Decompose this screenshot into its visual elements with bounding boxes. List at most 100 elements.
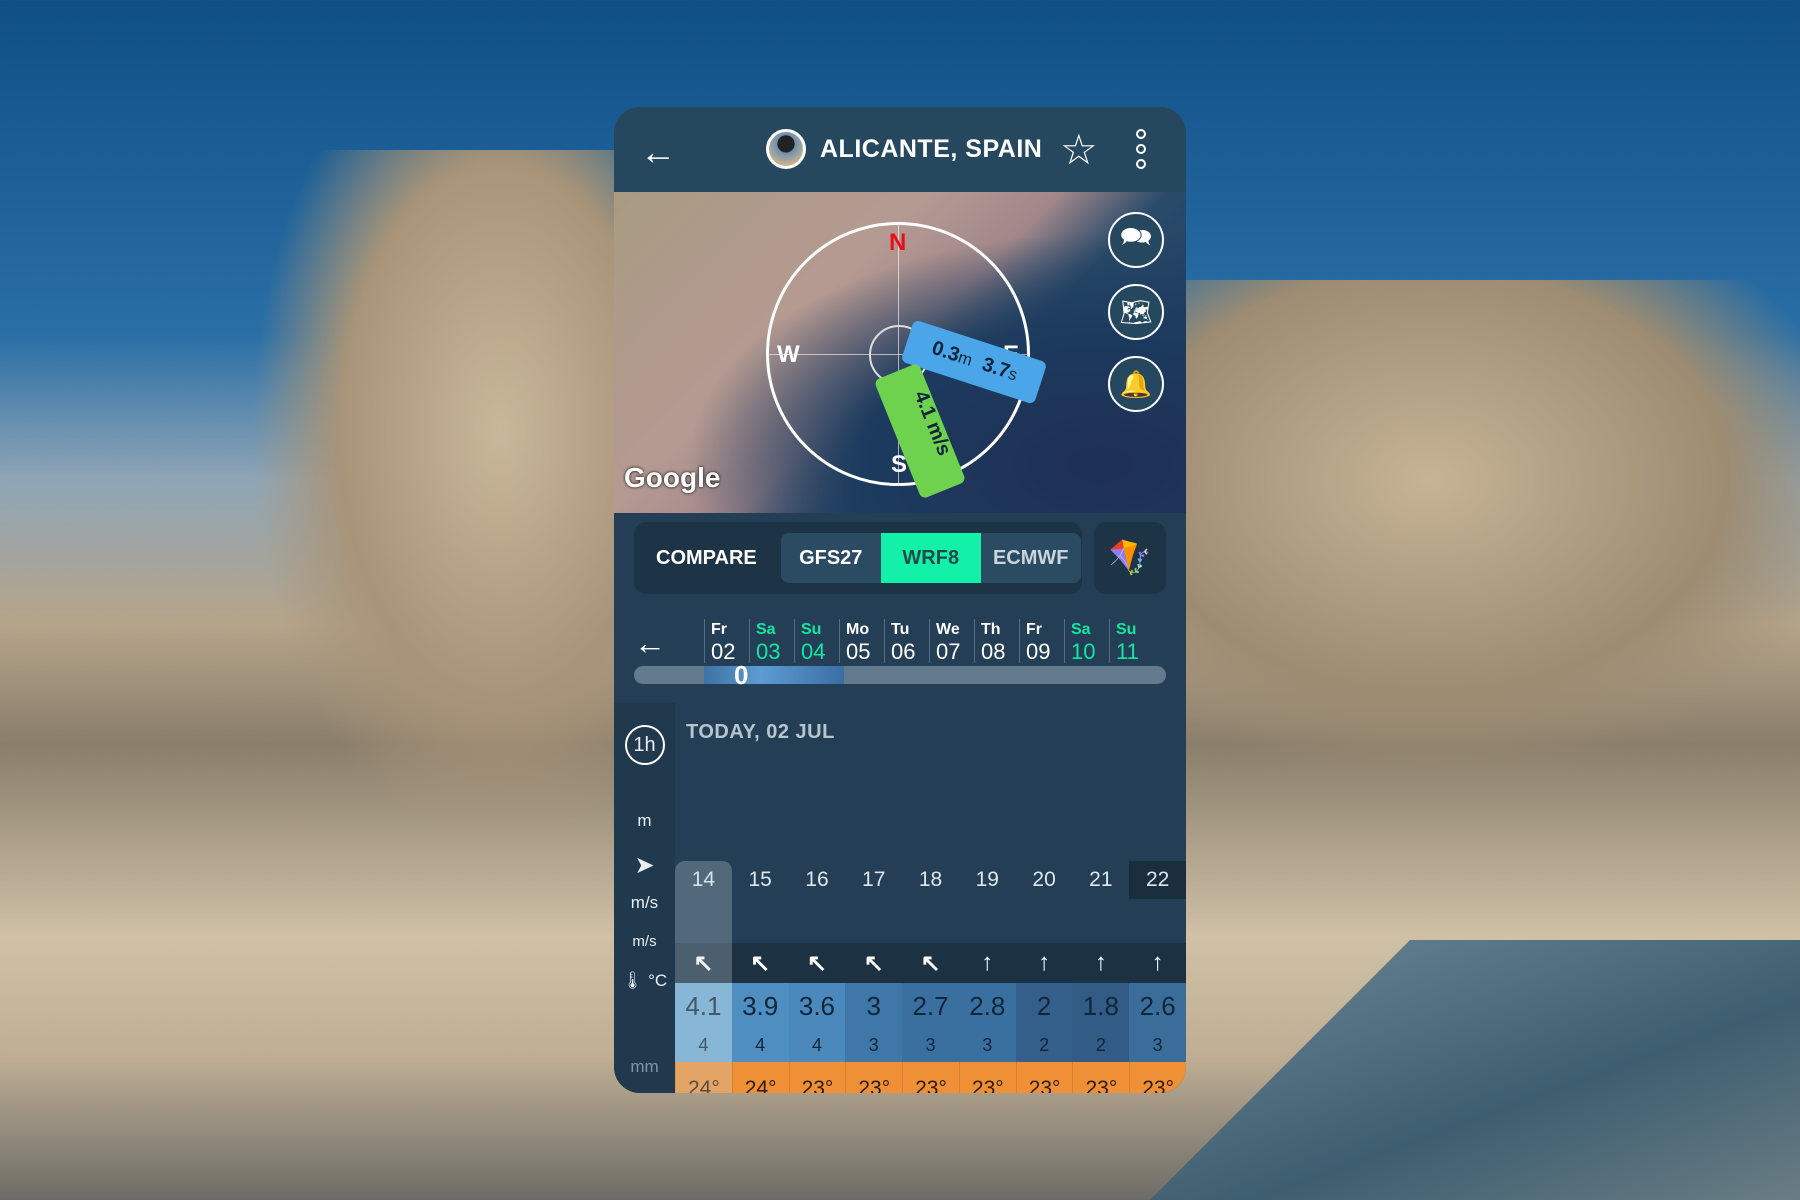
direction-arrow: ↖: [920, 949, 941, 977]
gust-cell: 2: [1015, 1029, 1073, 1062]
temp-unit-label: °C: [648, 971, 668, 990]
hour-cell: 21: [1089, 868, 1113, 891]
more-vertical-icon[interactable]: [1136, 129, 1146, 169]
day-name: Fr: [1026, 621, 1042, 638]
day-strip: ← Fr 02 Sa 03 Su 04 Mo 05 Tu 06 We 07 Th 08 Fr 09 Sa 10 Su…: [614, 607, 1186, 663]
temperature-cell: 23°: [1072, 1062, 1129, 1093]
day-date: 10: [1071, 639, 1096, 664]
gust-cell: 4: [788, 1029, 846, 1062]
location-title: ALICANTE, SPAIN: [766, 129, 1042, 169]
day-date: 05: [846, 639, 871, 664]
day-item[interactable]: Mo 05: [839, 619, 870, 663]
wind-speed-cell: 1.8: [1072, 983, 1130, 1029]
day-name: Sa: [756, 621, 776, 638]
arrow-left-icon[interactable]: ←: [640, 131, 676, 173]
model-tabs: GFS27 WRF8 ECMWF: [780, 533, 1081, 583]
day-item[interactable]: Su 04: [794, 619, 825, 663]
tab-ecmwf[interactable]: ECMWF: [981, 533, 1081, 583]
wind-speed-cell: 2.8: [958, 983, 1016, 1029]
forecast-panel: ← ALICANTE, SPAIN ☆ N E S W 0.3m 3.7s 4.…: [614, 107, 1186, 1093]
navigation-icon: ➤: [634, 852, 655, 879]
chat-icon[interactable]: 🗪: [1108, 212, 1164, 268]
page-title: ALICANTE, SPAIN: [820, 134, 1043, 163]
day-date: 08: [981, 639, 1006, 664]
hour-cell: 16: [805, 868, 829, 891]
temperature-cell: 23°: [1129, 1062, 1186, 1093]
wind-speed-cell: 2.6: [1129, 983, 1186, 1029]
hour-cell: 20: [1032, 868, 1056, 891]
direction-arrow: ↖: [863, 949, 884, 977]
day-date: 07: [936, 639, 961, 664]
avatar: [766, 129, 806, 169]
day-name: Sa: [1071, 621, 1091, 638]
hours-row: 14 15 16 17 18 19 20 21 22: [675, 861, 1186, 899]
header: ← ALICANTE, SPAIN ☆: [614, 107, 1186, 192]
background-hill: [1150, 280, 1800, 780]
day-item[interactable]: We 07: [929, 619, 960, 663]
direction-arrow: ↑: [981, 949, 994, 976]
date-heading: TODAY, 02 JUL: [686, 721, 835, 743]
compass-west: W: [777, 341, 800, 368]
day-item[interactable]: Su 11: [1109, 619, 1139, 663]
timeline-scrollbar[interactable]: [634, 666, 1166, 684]
hour-cell: 15: [748, 868, 772, 891]
gust-cell: 2: [1072, 1029, 1130, 1062]
direction-arrow: ↖: [750, 949, 771, 977]
direction-arrow: ↑: [1151, 949, 1164, 976]
wind-speed-cell: 2.7: [902, 983, 959, 1029]
hour-cell: 22: [1145, 868, 1170, 891]
temperature-cell: 23°: [845, 1062, 902, 1093]
arrow-left-icon[interactable]: ←: [634, 625, 666, 662]
wind-speed-cell: 2: [1015, 983, 1073, 1029]
tab-wrf8[interactable]: WRF8: [880, 533, 981, 583]
temperature-cell: 23°: [788, 1062, 846, 1093]
temperature-row: 24° 24° 23° 23° 23° 23° 23° 23° 23°: [675, 1062, 1186, 1093]
day-name: Tu: [891, 621, 910, 638]
hour-cell: 17: [862, 868, 886, 891]
compare-button[interactable]: COMPARE: [656, 547, 757, 570]
wind-speed-cell: 3.9: [731, 983, 789, 1029]
background-sea: [1150, 940, 1800, 1200]
temperature-cell: 23°: [958, 1062, 1016, 1093]
forecast-table: 1h m ➤ m/s m/s 🌡 °C mm TODAY, 02 JUL 14 1…: [614, 703, 1186, 1093]
rain-unit-label: mm: [630, 1057, 659, 1076]
row-labels: 1h m ➤ m/s m/s 🌡 °C mm: [614, 703, 675, 1093]
kitesurf-icon[interactable]: 🪁: [1094, 522, 1166, 594]
day-name: Fr: [711, 621, 727, 638]
day-item[interactable]: Th 08: [974, 619, 1005, 663]
day-date: 09: [1026, 639, 1051, 664]
map-pin-icon[interactable]: 🗺: [1108, 284, 1164, 340]
wind-speed-cell: 3.6: [788, 983, 846, 1029]
gust-unit-label: m/s: [632, 933, 657, 950]
day-date: 03: [756, 639, 781, 664]
satellite-map[interactable]: N E S W 0.3m 3.7s 4.1 m/s Google 🗪 🗺 🔔: [614, 192, 1186, 513]
gust-cell: 3: [902, 1029, 959, 1062]
selected-hour-highlight: [675, 861, 732, 1093]
wind-speed-cell: 3: [845, 983, 903, 1029]
tab-gfs27[interactable]: GFS27: [781, 533, 881, 583]
bell-icon[interactable]: 🔔: [1108, 356, 1164, 412]
direction-arrow: ↑: [1038, 949, 1051, 976]
interval-button[interactable]: 1h: [624, 725, 665, 765]
day-item[interactable]: Fr 09: [1019, 619, 1050, 663]
day-name: Su: [801, 621, 822, 638]
day-item[interactable]: Sa 03: [749, 619, 780, 663]
gust-row: 444333223: [675, 1029, 1186, 1062]
direction-arrow: ↖: [806, 949, 827, 977]
day-name: We: [936, 621, 960, 638]
day-item[interactable]: Fr 02: [704, 619, 735, 663]
compare-bar: COMPARE GFS27 WRF8 ECMWF: [634, 522, 1082, 594]
timeline-thumb[interactable]: 0: [734, 660, 748, 691]
day-name: Mo: [846, 621, 870, 638]
day-item[interactable]: Tu 06: [884, 619, 915, 663]
wave-unit-label: m: [637, 811, 652, 830]
star-outline-icon[interactable]: ☆: [1060, 125, 1098, 174]
day-item[interactable]: Sa 10: [1064, 619, 1095, 663]
direction-row: ↖ ↖ ↖ ↖ ↖ ↑ ↑ ↑ ↑: [675, 943, 1186, 983]
hour-cell: 19: [975, 868, 999, 891]
wind-unit-label: m/s: [630, 893, 659, 912]
day-date: 06: [891, 639, 916, 664]
day-date: 11: [1116, 639, 1139, 664]
wind-row: 4.1 3.9 3.6 3 2.7 2.8 2 1.8 2.6: [675, 983, 1186, 1029]
day-date: 02: [711, 639, 736, 664]
